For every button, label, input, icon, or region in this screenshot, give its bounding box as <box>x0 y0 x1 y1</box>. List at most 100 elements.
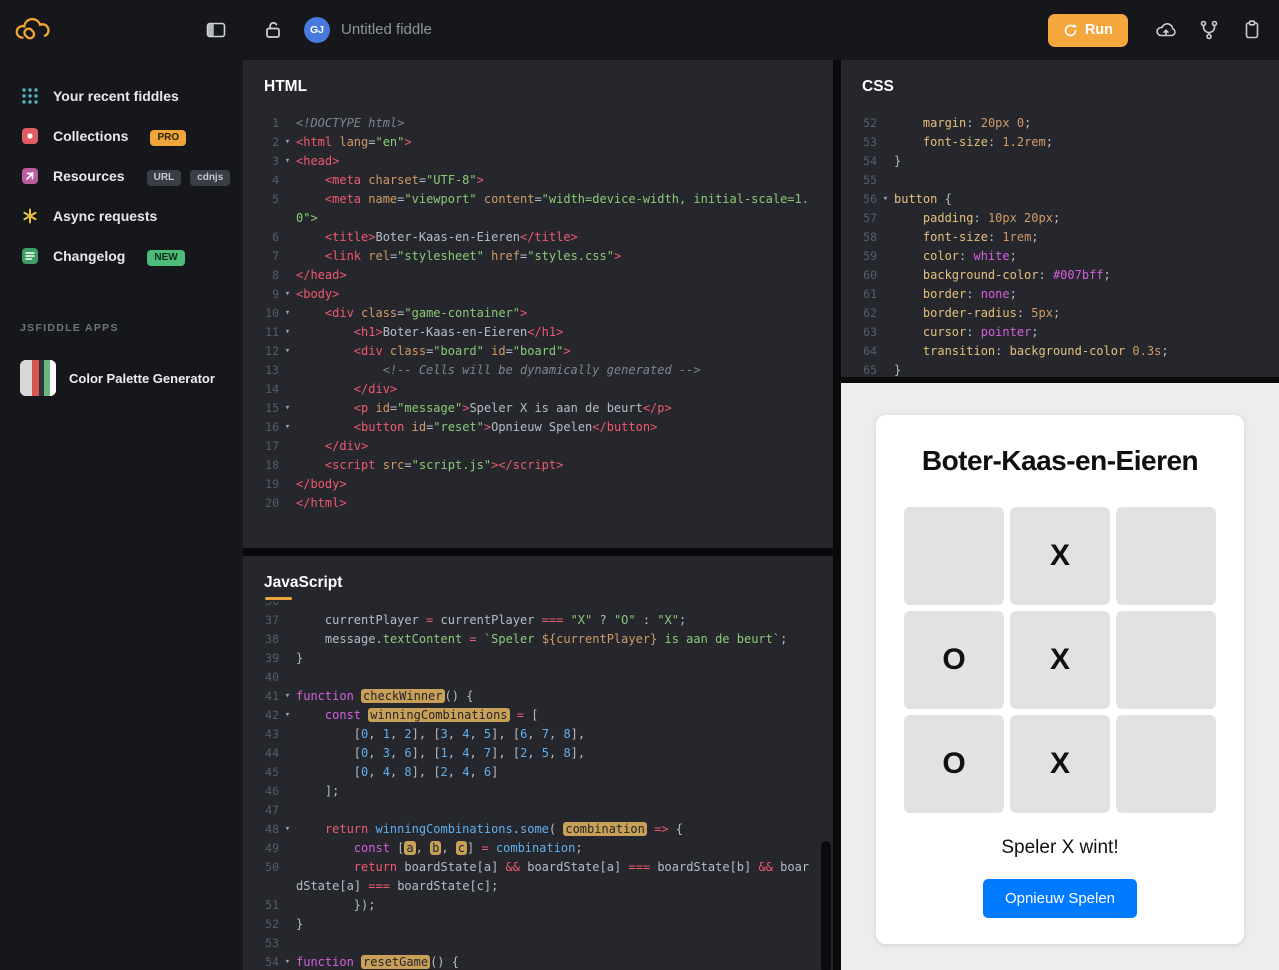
code-line: 37 currentPlayer = currentPlayer === "X"… <box>265 613 687 627</box>
async-icon <box>20 206 40 226</box>
code-line: 11 ▾ <h1>Boter-Kaas-en-Eieren</h1> <box>265 325 564 339</box>
fork-icon[interactable] <box>1198 19 1220 41</box>
sidebar-item-resources[interactable]: Resources URL cdnjs <box>0 156 243 196</box>
sidebar-nav: Your recent fiddles Collections PRO Reso… <box>0 76 243 276</box>
badge-pro: PRO <box>150 129 187 146</box>
code-line: 49 const [a, b, c] = combination; <box>265 841 583 855</box>
scrollbar-thumb[interactable] <box>821 841 831 970</box>
app-label: Color Palette Generator <box>69 370 215 386</box>
javascript-panel: JavaScript 36 37 currentPlayer = currentP… <box>243 556 833 970</box>
html-panel-title: HTML <box>264 78 308 95</box>
css-editor[interactable]: 52 margin: 20px 0; 53 font-size: 1.2rem; 5… <box>841 106 1279 377</box>
sidebar-item-label: Resources <box>53 168 125 184</box>
code-line: 54 ▾ function resetGame() { <box>265 955 459 969</box>
sidebar-item-recent-fiddles[interactable]: Your recent fiddles <box>0 76 243 116</box>
code-line: 3 ▾ <head> <box>272 154 340 168</box>
code-line: 20 </html> <box>265 496 347 510</box>
editor-workspace: HTML 1 <!DOCTYPE html> 2 ▾ <html lang="en"> 3… <box>243 60 1279 970</box>
code-line: 5 <meta name="viewport" content="width=d… <box>272 192 809 206</box>
sidebar-toggle-icon[interactable] <box>204 19 228 41</box>
resources-icon <box>20 166 40 186</box>
result-reset-button[interactable]: Opnieuw Spelen <box>982 879 1138 918</box>
code-line: 55 <box>863 173 877 187</box>
run-button[interactable]: Run <box>1047 13 1128 47</box>
code-line: 43 [0, 1, 2], [3, 4, 5], [6, 7, 8], <box>265 727 586 741</box>
code-line: 46 ]; <box>265 784 340 798</box>
result-game-message: Speler X wint! <box>1001 837 1119 858</box>
sidebar-item-collections[interactable]: Collections PRO <box>0 116 243 156</box>
board-cell[interactable]: X <box>1010 715 1110 813</box>
badge-new: NEW <box>147 249 185 266</box>
board-cell[interactable]: O <box>904 715 1004 813</box>
code-line: 53 <box>265 936 279 950</box>
sidebar: Your recent fiddles Collections PRO Reso… <box>0 60 243 970</box>
board-cell[interactable] <box>904 507 1004 605</box>
fiddle-title[interactable]: Untitled fiddle <box>341 21 432 38</box>
code-line: 52} <box>265 917 304 931</box>
code-line: 57 padding: 10px 20px; <box>863 211 1061 225</box>
badge-group: URL cdnjs <box>138 167 231 186</box>
code-line: 9 ▾ <body> <box>272 287 340 301</box>
code-line: 38 message.textContent = `Speler ${curre… <box>265 632 788 646</box>
sidebar-item-label: Your recent fiddles <box>53 88 179 104</box>
board-cell[interactable]: O <box>904 611 1004 709</box>
run-refresh-icon <box>1064 23 1077 36</box>
javascript-panel-title: JavaScript <box>264 574 343 591</box>
code-line: 4 <meta charset="UTF-8"> <box>272 173 484 187</box>
code-line: 50 return boardState[a] && boardState[a]… <box>265 860 810 874</box>
code-line: 12 ▾ <div class="board" id="board"> <box>265 344 571 358</box>
code-line: 19 </body> <box>265 477 347 491</box>
board-cell[interactable]: X <box>1010 611 1110 709</box>
board-cell[interactable] <box>1116 715 1216 813</box>
color-palette-icon <box>20 360 56 396</box>
jsfiddle-apps-section-label: JSFIDDLE APPS <box>20 322 119 334</box>
run-button-label: Run <box>1084 22 1113 38</box>
board-cell[interactable] <box>1116 611 1216 709</box>
code-line: dState[a] === boardState[c]; <box>296 879 499 893</box>
javascript-accent-underline <box>265 597 292 600</box>
topbar: GJ Untitled fiddle Run <box>0 0 1279 60</box>
jsfiddle-cloud-icon <box>15 17 50 40</box>
code-line: 51 }); <box>265 898 376 912</box>
css-panel-header: CSS <box>841 60 1279 106</box>
javascript-panel-header: JavaScript <box>243 556 833 602</box>
clipboard-icon[interactable] <box>1241 19 1263 41</box>
code-line: 47 <box>265 803 279 817</box>
code-line: 41 ▾ function checkWinner() { <box>265 689 474 703</box>
code-line: 53 font-size: 1.2rem; <box>863 135 1053 149</box>
cloud-save-icon[interactable] <box>1155 19 1177 41</box>
board-cell[interactable] <box>1116 507 1216 605</box>
jsfiddle-logo[interactable] <box>12 14 56 46</box>
board-cell[interactable]: X <box>1010 507 1110 605</box>
code-line: 36 <box>243 602 833 611</box>
html-panel-header: HTML <box>243 60 833 106</box>
topbar-actions: Run <box>1047 0 1263 60</box>
sidebar-item-async-requests[interactable]: Async requests <box>0 196 243 236</box>
avatar[interactable]: GJ <box>304 17 330 43</box>
code-line: 61 border: none; <box>863 287 1017 301</box>
result-panel: Boter-Kaas-en-Eieren XOXOX Speler X wint… <box>841 383 1279 970</box>
sidebar-item-label: Collections <box>53 128 129 144</box>
code-line: 42 ▾ const winningCombinations = [ <box>265 708 539 722</box>
code-line: 52 margin: 20px 0; <box>863 116 1032 130</box>
sidebar-item-changelog[interactable]: Changelog NEW <box>0 236 243 276</box>
code-line: 14 </div> <box>265 382 398 396</box>
collections-icon <box>20 126 40 146</box>
html-editor[interactable]: 1 <!DOCTYPE html> 2 ▾ <html lang="en"> 3 ▾ <hea… <box>243 106 833 548</box>
code-line: 54} <box>863 154 902 168</box>
code-line: 59 color: white; <box>863 249 1017 263</box>
code-line: 13 <!-- Cells will be dynamically genera… <box>265 363 701 377</box>
code-line: 0"> <box>296 211 318 225</box>
grid-dots-icon <box>20 86 40 106</box>
lock-icon[interactable] <box>262 19 284 41</box>
code-line: 7 <link rel="stylesheet" href="styles.cs… <box>272 249 622 263</box>
code-line: 39} <box>265 651 304 665</box>
javascript-editor[interactable]: 36 37 currentPlayer = currentPlayer === "… <box>243 602 833 970</box>
result-game-title: Boter-Kaas-en-Eieren <box>921 445 1199 476</box>
badge-url: URL <box>146 169 182 186</box>
badge-cdnjs: cdnjs <box>190 169 231 186</box>
code-line: 6 <title>Boter-Kaas-en-Eieren</title> <box>272 230 578 244</box>
code-line: 8 </head> <box>272 268 347 282</box>
tictactoe-board: XOXOX <box>904 507 1216 813</box>
sidebar-app-color-palette-generator[interactable]: Color Palette Generator <box>0 360 243 396</box>
